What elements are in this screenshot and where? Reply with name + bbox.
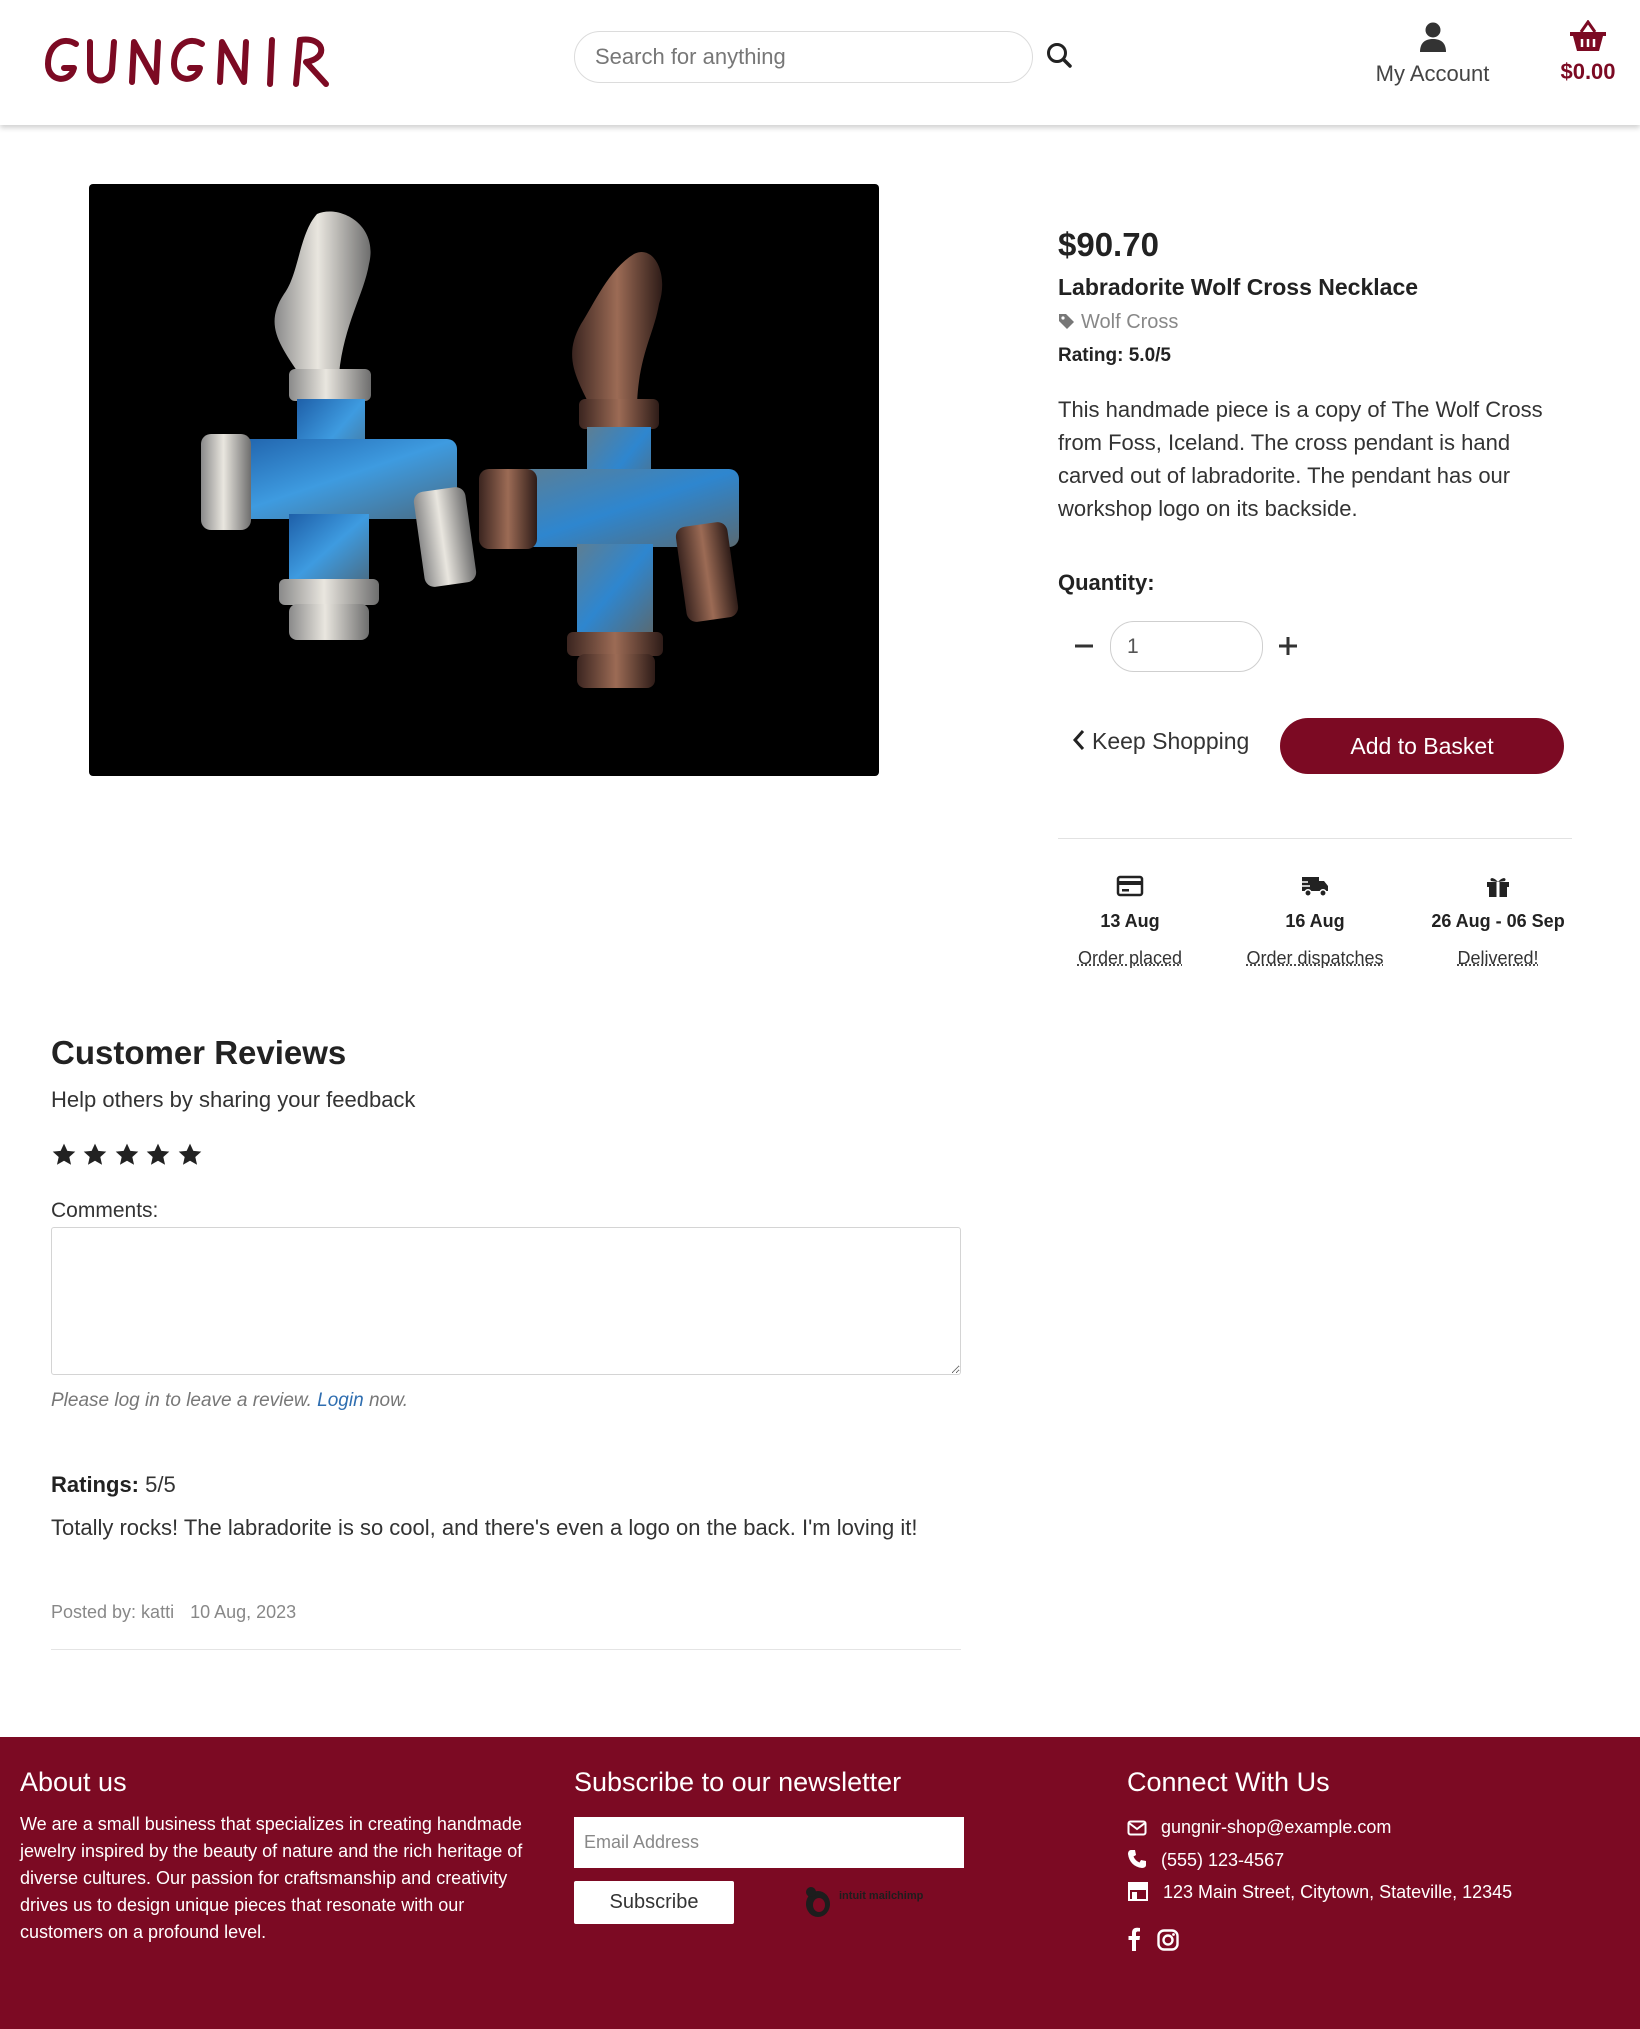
social-links bbox=[1127, 1927, 1191, 1956]
search-input[interactable] bbox=[574, 31, 1033, 83]
minus-icon bbox=[1075, 644, 1093, 648]
phone-icon bbox=[1128, 1850, 1146, 1868]
tag-icon bbox=[1059, 314, 1074, 329]
star-icon[interactable] bbox=[145, 1142, 171, 1168]
step-date: 26 Aug - 06 Sep bbox=[1431, 911, 1565, 931]
decrement-quantity-button[interactable] bbox=[1070, 632, 1098, 660]
increment-quantity-button[interactable] bbox=[1274, 632, 1302, 660]
keep-shopping-label: Keep Shopping bbox=[1092, 728, 1250, 754]
search-icon[interactable] bbox=[1044, 40, 1076, 72]
store-icon bbox=[1128, 1882, 1148, 1901]
credit-card-icon bbox=[1116, 875, 1144, 897]
connect-title: Connect With Us bbox=[1127, 1767, 1330, 1797]
contact-phone[interactable]: (555) 123-4567 bbox=[1127, 1849, 1284, 1871]
product-image bbox=[89, 184, 879, 776]
newsletter-email-input[interactable] bbox=[574, 1817, 964, 1868]
comments-textarea[interactable] bbox=[51, 1227, 961, 1375]
review-rating: Ratings: 5/5 bbox=[51, 1472, 176, 1498]
login-note-suffix: now. bbox=[368, 1390, 409, 1411]
basket-icon bbox=[1570, 19, 1606, 51]
brand-logo[interactable] bbox=[44, 30, 366, 90]
facebook-icon[interactable] bbox=[1127, 1927, 1141, 1956]
step-label: Order placed bbox=[1077, 948, 1183, 968]
step-date: 16 Aug bbox=[1285, 911, 1345, 931]
about-text: We are a small business that specializes… bbox=[20, 1814, 523, 1942]
step-date: 13 Aug bbox=[1100, 911, 1160, 931]
divider bbox=[1058, 838, 1572, 839]
my-account-label: My Account bbox=[1375, 61, 1490, 86]
envelope-icon bbox=[1127, 1820, 1147, 1836]
star-icon[interactable] bbox=[177, 1142, 203, 1168]
step-label: Order dispatches bbox=[1246, 948, 1384, 968]
basket-link[interactable]: $0.00 bbox=[1546, 19, 1630, 90]
login-link[interactable]: Login bbox=[317, 1390, 364, 1411]
star-icon[interactable] bbox=[114, 1142, 140, 1168]
user-icon bbox=[1419, 22, 1446, 52]
review-meta: Posted by: katti 10 Aug, 2023 bbox=[51, 1602, 296, 1623]
step-label: Delivered! bbox=[1457, 948, 1539, 968]
contact-email-text: gungnir-shop@example.com bbox=[1161, 1817, 1392, 1837]
basket-total: $0.00 bbox=[1560, 59, 1616, 84]
delivery-step-order-placed: 13 Aug Order placed bbox=[1045, 874, 1215, 975]
product-description: This handmade piece is a copy of The Wol… bbox=[1058, 397, 1543, 521]
product-rating: Rating: 5.0/5 bbox=[1058, 345, 1171, 367]
login-note-prefix: Please log in to leave a review. bbox=[51, 1390, 312, 1411]
review-rating-label: Ratings: bbox=[51, 1472, 139, 1497]
keep-shopping-link[interactable]: Keep Shopping bbox=[1072, 728, 1249, 755]
review-text: Totally rocks! The labradorite is so coo… bbox=[51, 1515, 918, 1540]
add-to-basket-button[interactable]: Add to Basket bbox=[1280, 718, 1564, 774]
my-account-link[interactable]: My Account bbox=[1360, 22, 1505, 92]
site-footer: About us We are a small business that sp… bbox=[0, 1737, 1640, 2029]
rating-value: 5.0/5 bbox=[1128, 345, 1171, 366]
reviews-subtitle: Help others by sharing your feedback bbox=[51, 1087, 416, 1112]
review-divider bbox=[51, 1649, 961, 1650]
chevron-left-icon bbox=[1072, 730, 1085, 750]
plus-icon bbox=[1279, 637, 1297, 655]
star-icon[interactable] bbox=[51, 1142, 77, 1168]
review-date: 10 Aug, 2023 bbox=[190, 1602, 297, 1622]
quantity-input[interactable] bbox=[1110, 621, 1263, 672]
mailchimp-icon bbox=[806, 1887, 830, 1917]
comments-label: Comments: bbox=[51, 1199, 159, 1222]
login-note: Please log in to leave a review. Login n… bbox=[51, 1390, 408, 1412]
subscribe-button[interactable]: Subscribe bbox=[574, 1881, 734, 1924]
about-title: About us bbox=[20, 1767, 127, 1797]
quantity-label: Quantity: bbox=[1058, 570, 1155, 595]
product-category: Wolf Cross bbox=[1081, 311, 1179, 333]
review-rating-value: 5/5 bbox=[145, 1472, 176, 1497]
product-category-link[interactable]: Wolf Cross bbox=[1058, 311, 1178, 334]
star-icon[interactable] bbox=[82, 1142, 108, 1168]
reviews-title: Customer Reviews bbox=[51, 1034, 347, 1071]
contact-address: 123 Main Street, Citytown, Stateville, 1… bbox=[1127, 1881, 1512, 1903]
product-name: Labradorite Wolf Cross Necklace bbox=[1058, 274, 1419, 300]
mailchimp-logo: intuit mailchimp bbox=[803, 1886, 933, 1922]
newsletter-title: Subscribe to our newsletter bbox=[574, 1767, 902, 1797]
product-price: $90.70 bbox=[1058, 226, 1159, 263]
review-author: Posted by: katti bbox=[51, 1602, 175, 1622]
gift-icon bbox=[1487, 878, 1509, 897]
contact-email[interactable]: gungnir-shop@example.com bbox=[1127, 1817, 1391, 1838]
star-rating-input[interactable] bbox=[51, 1142, 204, 1173]
contact-address-text: 123 Main Street, Citytown, Stateville, 1… bbox=[1163, 1882, 1513, 1902]
instagram-icon[interactable] bbox=[1157, 1929, 1180, 1956]
truck-icon bbox=[1300, 877, 1328, 897]
mailchimp-brand: intuit mailchimp bbox=[839, 1890, 924, 1902]
site-header: My Account $0.00 bbox=[0, 0, 1640, 125]
contact-phone-text: (555) 123-4567 bbox=[1161, 1850, 1285, 1870]
rating-label: Rating: bbox=[1058, 345, 1124, 366]
delivery-step-delivered: 26 Aug - 06 Sep Delivered! bbox=[1413, 874, 1583, 975]
delivery-step-dispatch: 16 Aug Order dispatches bbox=[1230, 874, 1400, 975]
